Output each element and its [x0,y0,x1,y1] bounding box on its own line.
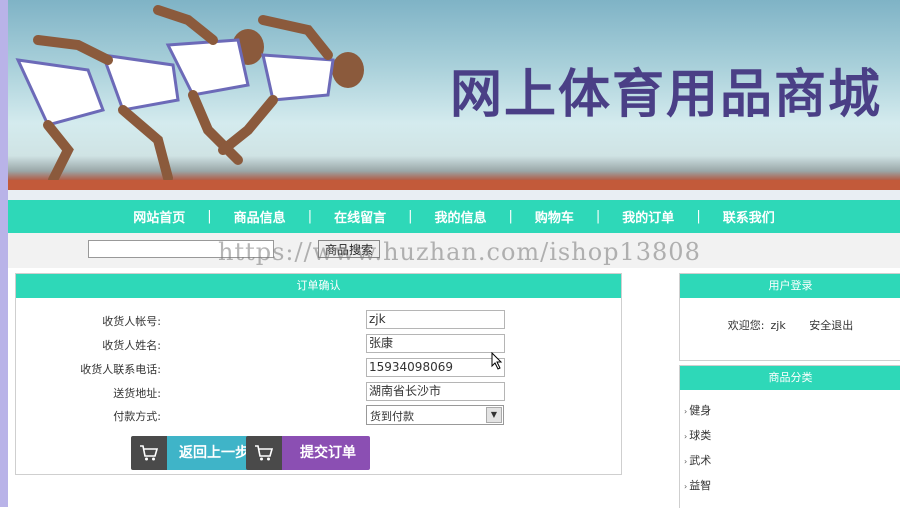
field-row-phone: 收货人联系电话: 15934098069 [16,358,621,378]
category-panel: 商品分类 › 健身 › 球类 › 武术 › 益智 [679,365,900,508]
watermark-text: https://www.huzhan.com/ishop13808 [218,238,701,266]
left-edge-strip [0,0,8,507]
account-field[interactable]: zjk [366,310,505,329]
order-confirm-panel: 订单确认 收货人帐号: zjk 收货人姓名: 张康 收货人联系电话: 15934… [15,273,622,475]
nav-cart[interactable]: 购物车 [513,207,596,226]
user-login-panel: 用户登录 欢迎您: zjk 安全退出 [679,273,900,361]
category-label: 健身 [689,404,712,417]
address-field[interactable]: 湖南省长沙市 [366,382,505,401]
category-item[interactable]: › 武术 [684,448,900,473]
category-label: 武术 [689,454,712,467]
field-row-address: 送货地址: 湖南省长沙市 [16,382,621,402]
nav-products[interactable]: 商品信息 [212,207,308,226]
order-panel-title: 订单确认 [16,274,621,298]
category-list: › 健身 › 球类 › 武术 › 益智 [680,390,900,498]
back-button[interactable]: 返回上一步 [131,436,257,470]
field-label: 收货人姓名: [102,339,161,352]
field-row-payment: 付款方式: 货到付款 ▼ [16,405,621,425]
nav-my-info[interactable]: 我的信息 [412,207,508,226]
nav-contact[interactable]: 联系我们 [701,207,797,226]
payment-select[interactable]: 货到付款 ▼ [366,405,504,425]
bullet-icon: › [684,482,688,491]
mouse-pointer-icon [491,352,503,370]
logout-link[interactable]: 安全退出 [809,319,853,332]
field-label: 收货人联系电话: [80,363,161,376]
category-item[interactable]: › 益智 [684,473,900,498]
username: zjk [770,319,786,332]
nav-messages[interactable]: 在线留言 [312,207,408,226]
field-label: 送货地址: [113,387,161,400]
field-row-account: 收货人帐号: zjk [16,310,621,330]
banner-divider [8,190,900,200]
payment-selected-value: 货到付款 [370,410,414,423]
login-status: 欢迎您: zjk 安全退出 [680,298,900,333]
category-label: 益智 [689,479,712,492]
back-button-label: 返回上一步 [167,436,257,470]
bullet-icon: › [684,407,688,416]
cart-icon [246,436,282,470]
bullet-icon: › [684,457,688,466]
category-item[interactable]: › 健身 [684,398,900,423]
main-nav: 网站首页 | 商品信息 | 在线留言 | 我的信息 | 购物车 | 我的订单 |… [8,200,900,233]
login-panel-title: 用户登录 [680,274,900,298]
field-label: 收货人帐号: [102,315,161,328]
welcome-text: 欢迎您: [727,319,765,332]
phone-field[interactable]: 15934098069 [366,358,505,377]
sprinters-image [15,5,364,185]
nav-my-orders[interactable]: 我的订单 [600,207,696,226]
category-item[interactable]: › 球类 [684,423,900,448]
submit-order-button[interactable]: 提交订单 [246,436,370,470]
category-label: 球类 [689,429,712,442]
category-panel-title: 商品分类 [680,366,900,390]
field-row-name: 收货人姓名: 张康 [16,334,621,354]
nav-home[interactable]: 网站首页 [111,207,207,226]
running-track [8,180,900,190]
name-field[interactable]: 张康 [366,334,505,353]
site-title: 网上体育用品商城 [449,64,882,125]
site-banner: 网上体育用品商城 [8,0,900,190]
cart-icon [131,436,167,470]
submit-button-label: 提交订单 [282,436,370,470]
field-label: 付款方式: [113,410,161,423]
bullet-icon: › [684,432,688,441]
chevron-down-icon[interactable]: ▼ [486,407,502,423]
